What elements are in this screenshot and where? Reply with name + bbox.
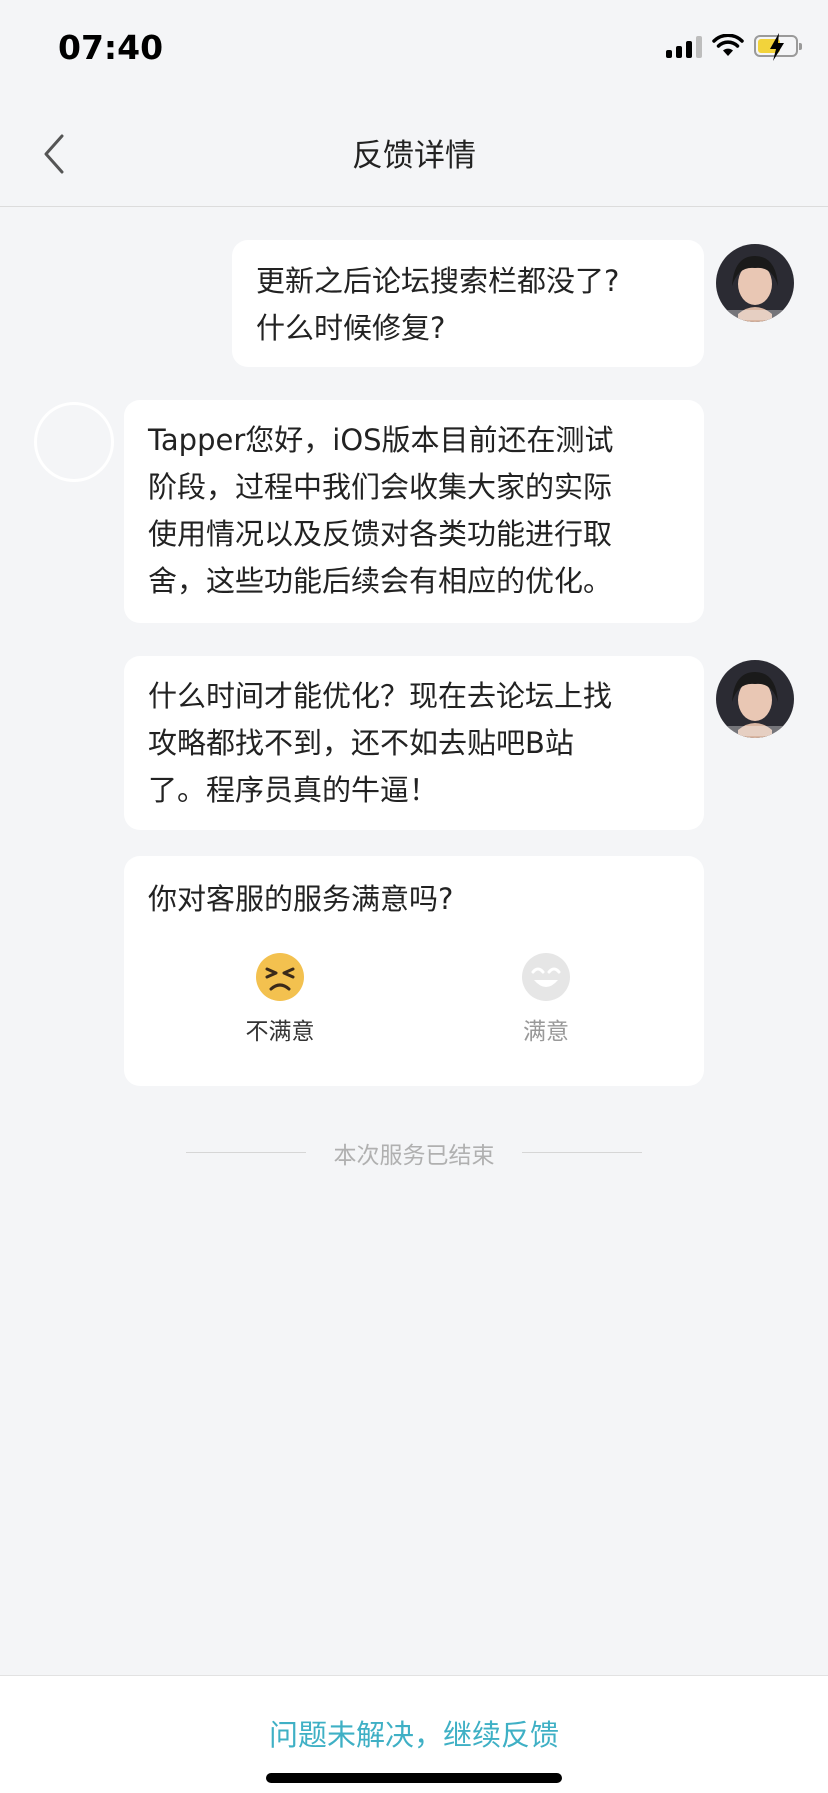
session-end-divider: 本次服务已结束 xyxy=(186,1134,642,1170)
divider-line-right xyxy=(522,1152,642,1153)
unsatisfied-option[interactable]: 不满意 xyxy=(210,952,350,1046)
message-line: 什么时候修复? xyxy=(256,311,446,345)
unsatisfied-face-icon xyxy=(256,953,304,1001)
message-line: Tapper您好，iOS版本目前还在测试 xyxy=(148,423,614,457)
home-indicator xyxy=(266,1773,562,1783)
user-message-bubble: 什么时间才能优化？现在去论坛上找 攻略都找不到，还不如去贴吧B站 了。程序员真的… xyxy=(124,656,704,830)
user-avatar xyxy=(716,660,794,738)
satisfaction-rating-card: 你对客服的服务满意吗? 不满意 满意 xyxy=(124,856,704,1086)
message-line: 攻略都找不到，还不如去贴吧B站 xyxy=(148,726,574,760)
unsatisfied-label: 不满意 xyxy=(245,1019,315,1045)
status-bar: 07:40 xyxy=(0,0,828,100)
battery-icon xyxy=(754,33,802,61)
bottom-bar: 问题未解决，继续反馈 xyxy=(0,1675,828,1793)
support-avatar xyxy=(34,402,114,482)
session-end-text: 本次服务已结束 xyxy=(333,1143,495,1169)
user-avatar xyxy=(716,244,794,322)
satisfied-face-icon xyxy=(522,953,570,1001)
message-line: 阶段，过程中我们会收集大家的实际 xyxy=(148,470,613,504)
status-time: 07:40 xyxy=(58,28,164,67)
page-title: 反馈详情 xyxy=(352,138,476,174)
continue-feedback-button[interactable]: 问题未解决，继续反馈 xyxy=(0,1712,828,1754)
message-line: 了。程序员真的牛逼！ xyxy=(148,773,439,807)
status-icons xyxy=(666,33,802,61)
message-line: 更新之后论坛搜索栏都没了? xyxy=(256,264,620,298)
support-message-bubble: Tapper您好，iOS版本目前还在测试 阶段，过程中我们会收集大家的实际 使用… xyxy=(124,400,704,623)
satisfied-label: 满意 xyxy=(523,1019,569,1045)
satisfied-option[interactable]: 满意 xyxy=(476,952,616,1046)
navigation-bar: 反馈详情 xyxy=(0,100,828,207)
signal-icon xyxy=(666,34,702,58)
message-line: 舍，这些功能后续会有相应的优化。 xyxy=(148,564,613,598)
wifi-icon xyxy=(712,34,744,56)
rating-question: 你对客服的服务满意吗? xyxy=(148,882,454,916)
message-line: 什么时间才能优化？现在去论坛上找 xyxy=(148,679,613,713)
message-line: 使用情况以及反馈对各类功能进行取 xyxy=(148,517,613,551)
user-message-bubble: 更新之后论坛搜索栏都没了? 什么时候修复? xyxy=(232,240,704,367)
